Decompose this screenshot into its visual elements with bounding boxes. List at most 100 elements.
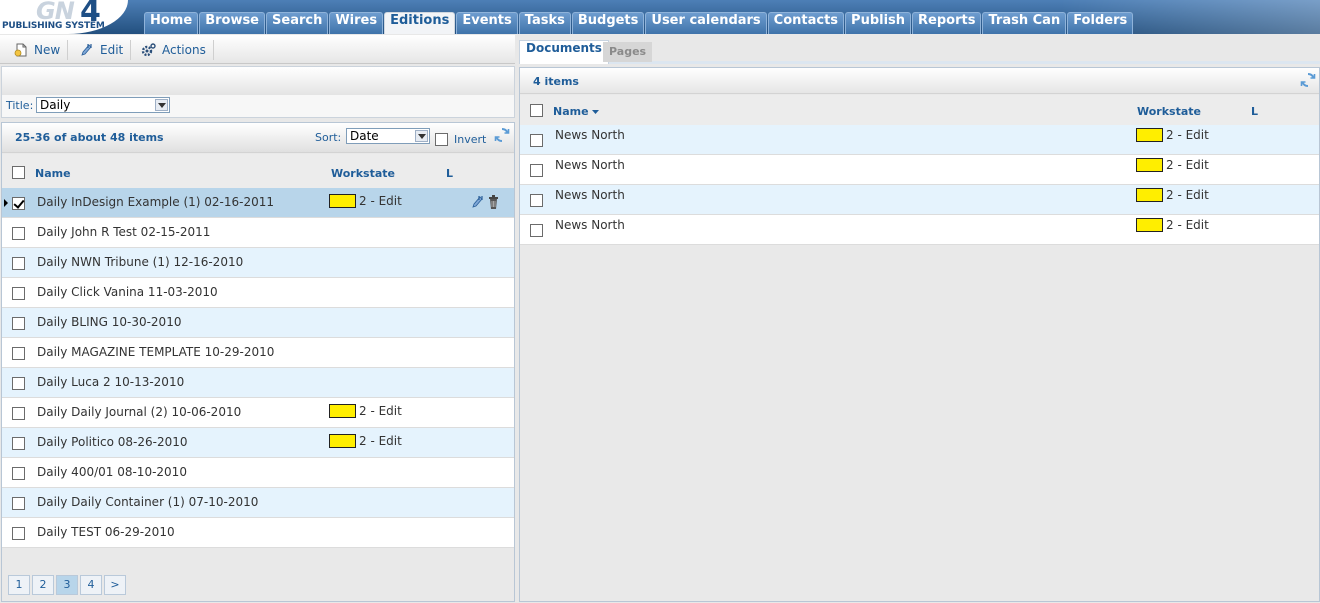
select-all-checkbox[interactable] — [12, 166, 25, 179]
list-item[interactable]: Daily Daily Container (1) 07-10-2010 — [2, 488, 514, 518]
row-checkbox[interactable] — [530, 134, 543, 147]
list-item[interactable]: Daily InDesign Example (1) 02-16-2011 2 -… — [2, 188, 514, 218]
row-checkbox[interactable] — [530, 224, 543, 237]
nav-tab-publish[interactable]: Publish — [845, 12, 912, 34]
name-column-header[interactable]: Name — [553, 105, 600, 118]
nav-tab-folders[interactable]: Folders — [1067, 12, 1134, 34]
next-page-button[interactable]: > — [104, 575, 126, 595]
list-item[interactable]: Daily Politico 08-26-2010 2 - Edit — [2, 428, 514, 458]
row-checkbox[interactable] — [12, 197, 25, 210]
edition-name[interactable]: Daily Luca 2 10-13-2010 — [37, 375, 184, 389]
nav-tab-events[interactable]: Events — [456, 12, 518, 34]
document-name[interactable]: News North — [555, 188, 625, 202]
edition-name[interactable]: Daily NWN Tribune (1) 12-16-2010 — [37, 255, 243, 269]
select-all-checkbox[interactable] — [530, 104, 543, 117]
edition-name[interactable]: Daily Daily Container (1) 07-10-2010 — [37, 495, 258, 509]
tab-pages[interactable]: Pages — [603, 42, 653, 62]
list-item[interactable]: Daily Luca 2 10-13-2010 — [2, 368, 514, 398]
nav-tab-wires[interactable]: Wires — [329, 12, 384, 34]
row-checkbox[interactable] — [12, 257, 25, 270]
row-delete-trash-icon[interactable] — [488, 195, 499, 209]
row-checkbox[interactable] — [12, 317, 25, 330]
row-checkbox[interactable] — [12, 347, 25, 360]
edition-name[interactable]: Daily John R Test 02-15-2011 — [37, 225, 210, 239]
edition-name[interactable]: Daily TEST 06-29-2010 — [37, 525, 175, 539]
list-item[interactable]: Daily Click Vanina 11-03-2010 — [2, 278, 514, 308]
nav-tab-tasks[interactable]: Tasks — [518, 12, 571, 34]
row-checkbox[interactable] — [12, 377, 25, 390]
workstate-color-swatch — [1136, 158, 1163, 172]
row-edit-icon[interactable] — [471, 195, 484, 209]
nav-tab-user-calendars[interactable]: User calendars — [645, 12, 767, 34]
row-checkbox[interactable] — [530, 194, 543, 207]
document-row[interactable]: News North 2 - Edit — [520, 125, 1319, 155]
refresh-icon[interactable] — [1300, 72, 1316, 88]
refresh-icon[interactable] — [494, 127, 510, 143]
list-item[interactable]: Daily MAGAZINE TEMPLATE 10-29-2010 — [2, 338, 514, 368]
row-checkbox[interactable] — [12, 467, 25, 480]
row-checkbox[interactable] — [530, 164, 543, 177]
edition-name[interactable]: Daily MAGAZINE TEMPLATE 10-29-2010 — [37, 345, 274, 359]
workstate-cell: 2 - Edit — [329, 434, 402, 448]
row-checkbox[interactable] — [12, 287, 25, 300]
list-item[interactable]: Daily 400/01 08-10-2010 — [2, 458, 514, 488]
title-select[interactable]: Daily — [36, 97, 170, 113]
nav-tab-budgets[interactable]: Budgets — [571, 12, 645, 34]
edition-name[interactable]: Daily Daily Journal (2) 10-06-2010 — [37, 405, 241, 419]
nav-tab-contacts[interactable]: Contacts — [767, 12, 845, 34]
edition-name[interactable]: Daily BLING 10-30-2010 — [37, 315, 181, 329]
list-item[interactable]: Daily NWN Tribune (1) 12-16-2010 — [2, 248, 514, 278]
edition-name[interactable]: Daily InDesign Example (1) 02-16-2011 — [37, 195, 274, 209]
page-button[interactable]: 2 — [32, 575, 54, 595]
document-name[interactable]: News North — [555, 158, 625, 172]
list-item[interactable]: Daily BLING 10-30-2010 — [2, 308, 514, 338]
list-item[interactable]: Daily TEST 06-29-2010 — [2, 518, 514, 548]
nav-tab-search[interactable]: Search — [266, 12, 329, 34]
edition-name[interactable]: Daily 400/01 08-10-2010 — [37, 465, 187, 479]
document-name[interactable]: News North — [555, 218, 625, 232]
nav-tab-home[interactable]: Home — [144, 12, 199, 34]
nav-tab-trash-can[interactable]: Trash Can — [982, 12, 1067, 34]
row-checkbox[interactable] — [12, 227, 25, 240]
document-row[interactable]: News North 2 - Edit — [520, 215, 1319, 245]
row-checkbox[interactable] — [12, 497, 25, 510]
title-filter-panel: Title: Daily — [1, 66, 515, 118]
edit-button-label: Edit — [100, 43, 124, 57]
document-row[interactable]: News North 2 - Edit — [520, 155, 1319, 185]
sort-label: Sort: — [315, 131, 342, 144]
chevron-down-icon[interactable] — [415, 130, 428, 142]
workstate-color-swatch — [329, 434, 356, 448]
l-column-header[interactable]: L — [1251, 105, 1258, 118]
workstate-cell: 2 - Edit — [1136, 158, 1209, 172]
nav-tab-editions[interactable]: Editions — [384, 12, 456, 34]
workstate-column-header[interactable]: Workstate — [1137, 105, 1201, 118]
chevron-down-icon[interactable] — [155, 99, 168, 111]
new-document-icon — [14, 43, 27, 57]
invert-label: Invert — [454, 133, 487, 146]
new-button[interactable]: New — [14, 42, 60, 58]
current-row-arrow-icon — [4, 199, 8, 207]
list-item[interactable]: Daily John R Test 02-15-2011 — [2, 218, 514, 248]
edition-name[interactable]: Daily Click Vanina 11-03-2010 — [37, 285, 218, 299]
name-column-header[interactable]: Name — [35, 167, 71, 180]
actions-button[interactable]: Actions — [141, 42, 206, 58]
l-column-header[interactable]: L — [446, 167, 453, 180]
edition-name[interactable]: Daily Politico 08-26-2010 — [37, 435, 188, 449]
edit-button[interactable]: Edit — [80, 42, 123, 58]
name-column-label: Name — [553, 105, 589, 118]
page-button[interactable]: 4 — [80, 575, 102, 595]
sort-select[interactable]: Date — [346, 128, 430, 144]
nav-tab-reports[interactable]: Reports — [912, 12, 982, 34]
list-item[interactable]: Daily Daily Journal (2) 10-06-2010 2 - Ed… — [2, 398, 514, 428]
document-row[interactable]: News North 2 - Edit — [520, 185, 1319, 215]
invert-checkbox[interactable] — [435, 133, 448, 146]
page-button[interactable]: 1 — [8, 575, 30, 595]
row-checkbox[interactable] — [12, 437, 25, 450]
tab-documents[interactable]: Documents — [519, 40, 609, 64]
nav-tab-browse[interactable]: Browse — [199, 12, 266, 34]
workstate-column-header[interactable]: Workstate — [331, 167, 395, 180]
page-button[interactable]: 3 — [56, 575, 78, 595]
row-checkbox[interactable] — [12, 527, 25, 540]
document-name[interactable]: News North — [555, 128, 625, 142]
row-checkbox[interactable] — [12, 407, 25, 420]
